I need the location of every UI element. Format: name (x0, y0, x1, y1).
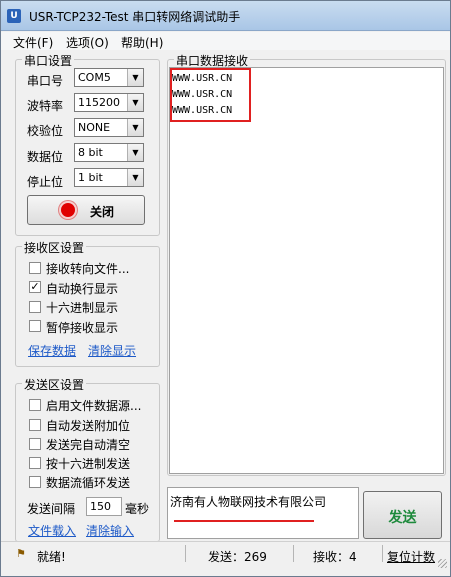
title-bar[interactable]: U USR-TCP232-Test 串口转网络调试助手 (1, 1, 450, 31)
send-settings-title: 发送区设置 (22, 376, 87, 393)
parity-select[interactable]: NONE ▼ (74, 118, 144, 137)
chevron-down-icon[interactable]: ▼ (127, 69, 143, 86)
status-separator (382, 545, 383, 562)
receive-textarea[interactable]: WWW.USR.CN WWW.USR.CN WWW.USR.CN (169, 67, 444, 474)
status-separator (293, 545, 294, 562)
auto-wrap-checkbox[interactable]: ✓ (29, 281, 41, 293)
pause-display-label: 暂停接收显示 (46, 321, 119, 335)
hex-send-checkbox[interactable] (29, 457, 41, 469)
baud-select[interactable]: 115200 ▼ (74, 93, 144, 112)
highlight-box (170, 68, 251, 122)
reset-count-button[interactable]: 复位计数 (387, 548, 435, 565)
hex-display-label: 十六进制显示 (46, 301, 119, 315)
status-divider (1, 541, 450, 542)
clear-input-link[interactable]: 清除输入 (86, 522, 134, 539)
receive-to-file-checkbox[interactable] (29, 262, 41, 274)
hex-send-label: 按十六进制发送 (46, 457, 131, 471)
serial-settings-title: 串口设置 (22, 52, 75, 69)
send-button-label: 发送 (388, 510, 417, 526)
chevron-down-icon[interactable]: ▼ (127, 144, 143, 161)
stopbits-select[interactable]: 1 bit ▼ (74, 168, 144, 187)
status-separator (185, 545, 186, 562)
auto-wrap-label: 自动换行显示 (46, 282, 119, 296)
menu-options[interactable]: 选项(O) (66, 34, 109, 51)
auto-append-label: 自动发送附加位 (46, 419, 131, 433)
send-input[interactable]: 济南有人物联网技术有限公司 (167, 487, 359, 539)
app-icon: U (7, 9, 21, 23)
file-source-label: 启用文件数据源... (46, 399, 142, 413)
file-source-checkbox[interactable] (29, 399, 41, 411)
baud-label: 波特率 (27, 99, 64, 113)
chevron-down-icon[interactable]: ▼ (127, 94, 143, 111)
pause-display-checkbox[interactable] (29, 320, 41, 332)
receive-to-file-label: 接收转向文件... (46, 262, 130, 276)
led-indicator-icon (61, 203, 75, 217)
status-sent-count: 发送：269 (208, 550, 267, 564)
red-underline-mark (174, 520, 314, 522)
close-port-button[interactable]: 关闭 (27, 195, 145, 225)
resize-grip-icon[interactable] (438, 559, 447, 568)
window-title: USR-TCP232-Test 串口转网络调试助手 (29, 10, 241, 24)
send-interval-input[interactable]: 150 (86, 497, 122, 516)
load-file-link[interactable]: 文件载入 (28, 522, 76, 539)
status-app-icon: ⚑ (16, 547, 26, 560)
baud-value: 115200 (78, 96, 120, 109)
databits-select[interactable]: 8 bit ▼ (74, 143, 144, 162)
stopbits-value: 1 bit (78, 171, 103, 184)
menu-help[interactable]: 帮助(H) (121, 34, 163, 51)
chevron-down-icon[interactable]: ▼ (127, 169, 143, 186)
stopbits-label: 停止位 (27, 175, 64, 189)
databits-label: 数据位 (27, 150, 64, 164)
clear-display-link[interactable]: 清除显示 (88, 342, 136, 359)
close-port-label: 关闭 (90, 205, 115, 219)
auto-clear-checkbox[interactable] (29, 438, 41, 450)
databits-value: 8 bit (78, 146, 103, 159)
menu-bar: 文件(F) 选项(O) 帮助(H) (1, 32, 450, 50)
receive-settings-title: 接收区设置 (22, 239, 87, 256)
hex-display-checkbox[interactable] (29, 301, 41, 313)
save-data-link[interactable]: 保存数据 (28, 342, 76, 359)
send-interval-label: 发送间隔 (27, 502, 76, 516)
auto-append-checkbox[interactable] (29, 419, 41, 431)
status-received-count: 接收：4 (313, 550, 357, 564)
app-window: U USR-TCP232-Test 串口转网络调试助手 文件(F) 选项(O) … (0, 0, 451, 577)
interval-unit-label: 毫秒 (125, 502, 150, 516)
parity-label: 校验位 (27, 124, 64, 138)
send-text: 济南有人物联网技术有限公司 (170, 495, 327, 509)
loop-send-label: 数据流循环发送 (46, 476, 131, 490)
chevron-down-icon[interactable]: ▼ (127, 119, 143, 136)
auto-clear-label: 发送完自动清空 (46, 438, 131, 452)
menu-file[interactable]: 文件(F) (13, 34, 53, 51)
loop-send-checkbox[interactable] (29, 476, 41, 488)
port-value: COM5 (78, 71, 111, 84)
port-label: 串口号 (27, 74, 64, 88)
send-button[interactable]: 发送 (363, 491, 442, 539)
parity-value: NONE (78, 121, 111, 134)
port-select[interactable]: COM5 ▼ (74, 68, 144, 87)
status-ready: 就绪! (37, 550, 66, 564)
